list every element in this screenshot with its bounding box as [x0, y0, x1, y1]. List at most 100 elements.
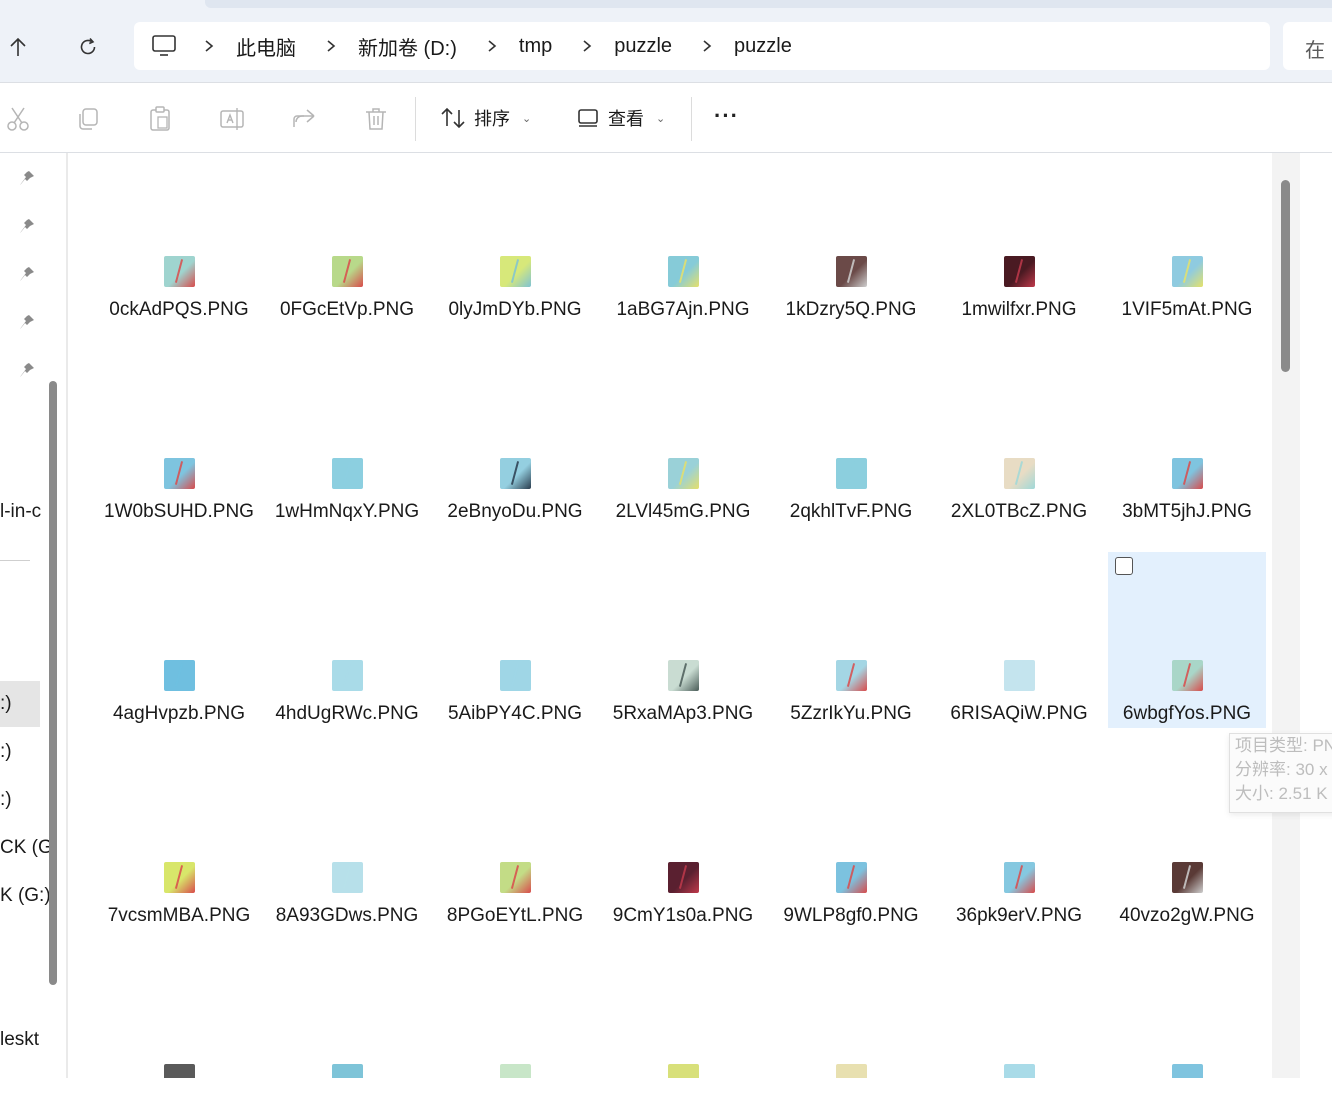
paste-icon[interactable] [146, 105, 174, 133]
navigation-pane: l-in-c :) :) :) CK (G K (G:) leskt [0, 153, 66, 1078]
file-name: 8PGoEYtL.PNG [446, 905, 584, 926]
pin-icon[interactable] [18, 217, 36, 235]
search-placeholder: 在 [1305, 40, 1325, 62]
file-item[interactable]: 1mwilfxr.PNG [940, 148, 1098, 324]
file-thumbnail [332, 256, 363, 287]
file-item[interactable]: 2eBnyoDu.PNG [436, 350, 594, 526]
file-item[interactable]: 8A93GDws.PNG [268, 754, 426, 930]
file-item[interactable]: 1wHmNqxY.PNG [268, 350, 426, 526]
file-thumbnail [164, 256, 195, 287]
file-thumbnail [332, 458, 363, 489]
cut-icon[interactable] [4, 105, 32, 133]
search-input[interactable]: 在 [1283, 22, 1332, 70]
tooltip-item-type: 项目类型: PN [1235, 736, 1332, 755]
chevron-right-icon[interactable] [692, 22, 722, 70]
file-thumbnail [836, 660, 867, 691]
file-name: 0FGcEtVp.PNG [279, 299, 415, 320]
pane-divider [66, 153, 68, 1078]
chevron-right-icon[interactable] [477, 22, 507, 70]
file-name: 1kDzry5Q.PNG [785, 299, 917, 320]
file-item[interactable]: 1kDzry5Q.PNG [772, 148, 930, 324]
share-icon[interactable] [290, 105, 318, 133]
pin-icon[interactable] [18, 169, 36, 187]
sidebar-item-drive-g[interactable]: CK (G [0, 837, 53, 859]
breadcrumb-drive-d[interactable]: 新加卷 (D:) [346, 32, 477, 61]
file-name: 4hdUgRWc.PNG [275, 703, 419, 724]
file-name: 6wbgfYos.PNG [1122, 703, 1252, 724]
file-item[interactable]: 0FGcEtVp.PNG [268, 148, 426, 324]
file-tooltip: 项目类型: PN 分辨率: 30 x 大小: 2.51 K [1229, 733, 1332, 813]
file-item[interactable]: 0lyJmDYb.PNG [436, 148, 594, 324]
toolbar-divider [415, 97, 416, 141]
selection-checkbox[interactable] [1115, 557, 1133, 575]
file-thumbnail [1172, 862, 1203, 893]
file-thumbnail [1004, 862, 1035, 893]
chevron-right-icon[interactable] [572, 22, 602, 70]
this-pc-icon[interactable] [134, 22, 194, 70]
view-button[interactable]: 查看 ⌄ [576, 103, 665, 133]
file-item[interactable]: 4hdUgRWc.PNG [268, 552, 426, 728]
sidebar-scrollbar[interactable] [49, 381, 57, 985]
file-thumbnail [1172, 458, 1203, 489]
file-item[interactable]: 3bMT5jhJ.PNG [1108, 350, 1266, 526]
copy-icon[interactable] [74, 105, 102, 133]
file-item[interactable]: 6RISAQiW.PNG [940, 552, 1098, 728]
chevron-right-icon[interactable] [316, 22, 346, 70]
file-item[interactable]: 2XL0TBcZ.PNG [940, 350, 1098, 526]
file-item[interactable]: 0ckAdPQS.PNG [100, 148, 258, 324]
file-thumbnail [668, 862, 699, 893]
file-item[interactable]: 5RxaMAp3.PNG [604, 552, 762, 728]
sort-button[interactable]: 排序 ⌄ [440, 103, 531, 133]
sidebar-item-drive-e[interactable]: :) [0, 741, 12, 763]
breadcrumb-this-pc[interactable]: 此电脑 [224, 32, 316, 61]
file-item[interactable]: 4agHvpzb.PNG [100, 552, 258, 728]
delete-icon[interactable] [362, 105, 390, 133]
pin-icon[interactable] [18, 361, 36, 379]
sidebar-divider [0, 560, 30, 561]
file-name: 4agHvpzb.PNG [112, 703, 245, 724]
file-item[interactable]: 2LVl45mG.PNG [604, 350, 762, 526]
file-item[interactable]: 36pk9erV.PNG [940, 754, 1098, 930]
file-item[interactable]: 6wbgfYos.PNG [1108, 552, 1266, 728]
file-item[interactable]: 1aBG7Ajn.PNG [604, 148, 762, 324]
file-name: 1aBG7Ajn.PNG [616, 299, 750, 320]
file-name: 2XL0TBcZ.PNG [950, 501, 1088, 522]
file-thumbnail [332, 660, 363, 691]
sidebar-item-drive-g2[interactable]: K (G:) [0, 885, 51, 907]
window-bottom [0, 1078, 1332, 1101]
file-item[interactable]: 7vcsmMBA.PNG [100, 754, 258, 930]
file-name: 2eBnyoDu.PNG [447, 501, 583, 522]
more-options-icon[interactable]: ··· [714, 105, 739, 127]
breadcrumb-tmp[interactable]: tmp [507, 35, 572, 58]
file-item[interactable]: 2qkhlTvF.PNG [772, 350, 930, 526]
file-item[interactable]: 9WLP8gf0.PNG [772, 754, 930, 930]
file-name: 40vzo2gW.PNG [1119, 905, 1255, 926]
file-item[interactable]: 5ZzrIkYu.PNG [772, 552, 930, 728]
breadcrumb-puzzle-current[interactable]: puzzle [722, 35, 812, 58]
file-item[interactable]: 1VIF5mAt.PNG [1108, 148, 1266, 324]
sort-icon [441, 107, 465, 129]
file-item[interactable]: 5AibPY4C.PNG [436, 552, 594, 728]
file-name: 3bMT5jhJ.PNG [1122, 501, 1252, 522]
chevron-right-icon[interactable] [194, 22, 224, 70]
pin-icon[interactable] [18, 265, 36, 283]
pin-icon[interactable] [18, 313, 36, 331]
address-bar[interactable]: 此电脑 新加卷 (D:) tmp puzzle puzzle [134, 22, 1270, 70]
sidebar-item-quick-access[interactable]: l-in-c [0, 501, 41, 523]
file-item[interactable]: 8PGoEYtL.PNG [436, 754, 594, 930]
title-bar [0, 0, 1332, 10]
up-arrow-icon[interactable] [0, 32, 36, 62]
rename-icon[interactable] [218, 105, 246, 133]
sidebar-item-drive-f[interactable]: :) [0, 789, 12, 811]
file-item[interactable]: 9CmY1s0a.PNG [604, 754, 762, 930]
file-item[interactable]: 1W0bSUHD.PNG [100, 350, 258, 526]
content-scrollbar-thumb[interactable] [1281, 180, 1290, 372]
file-thumbnail [1004, 458, 1035, 489]
sidebar-item-desktop[interactable]: leskt [0, 1029, 39, 1051]
breadcrumb-puzzle[interactable]: puzzle [602, 35, 692, 58]
file-thumbnail [164, 862, 195, 893]
refresh-icon[interactable] [70, 32, 106, 62]
file-thumbnail [668, 458, 699, 489]
window-tab[interactable] [205, 0, 1332, 8]
sidebar-item-drive-d[interactable]: :) [0, 693, 12, 715]
